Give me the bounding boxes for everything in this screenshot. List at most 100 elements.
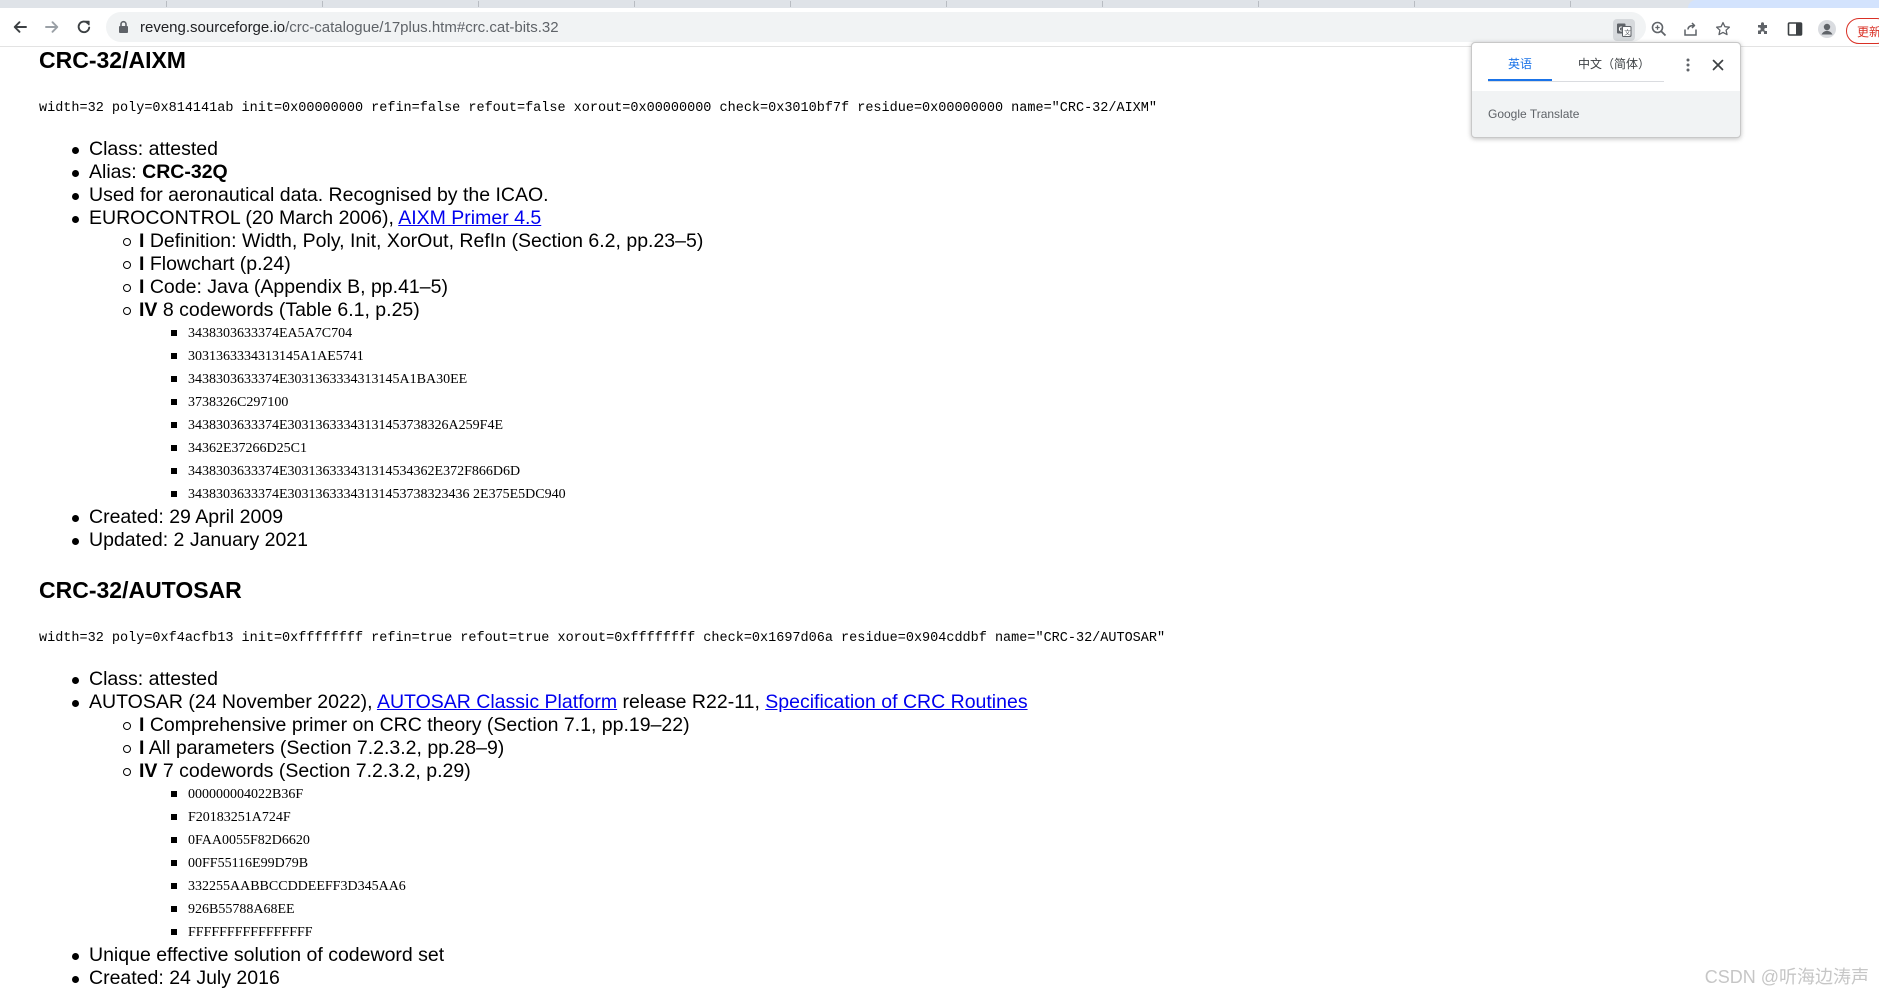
codeword-item: FFFFFFFFFFFFFFFF	[139, 921, 1028, 944]
tab-separator	[634, 1, 635, 7]
codeword-item: F20183251A724F	[139, 806, 1028, 829]
list-item: I Definition: Width, Poly, Init, XorOut,…	[89, 230, 703, 253]
list-item: I All parameters (Section 7.2.3.2, pp.28…	[89, 737, 1028, 760]
source-sublist: I Definition: Width, Poly, Init, XorOut,…	[89, 230, 703, 506]
active-tab-indicator	[1488, 79, 1552, 81]
source-prefix: EUROCONTROL (20 March 2006),	[89, 207, 399, 229]
tab-strip	[0, 0, 1879, 8]
tab-separator	[1258, 1, 1259, 7]
sub-item-text: Comprehensive primer on CRC theory (Sect…	[144, 714, 690, 736]
alias-prefix: Alias:	[89, 161, 143, 183]
url-text[interactable]: reveng.sourceforge.io/crc-catalogue/17pl…	[140, 19, 559, 36]
tab-target-language[interactable]: 中文（简体）	[1564, 55, 1664, 72]
list-item: Updated: 2 January 2021	[0, 529, 703, 552]
list-item: Created: 24 July 2016	[0, 967, 1028, 990]
spec-line-crc32-aixm: width=32 poly=0x814141ab init=0x00000000…	[39, 101, 1157, 116]
translate-options-button[interactable]	[1678, 55, 1698, 75]
codeword-item: 926B55788A68EE	[139, 898, 1028, 921]
sub-item-text: 8 codewords (Table 6.1, p.25)	[157, 299, 420, 321]
page-content: CRC-32/AIXM width=32 poly=0x814141ab ini…	[0, 47, 1879, 995]
tab-separator	[478, 1, 479, 7]
created-text: Created: 29 April 2009	[89, 506, 284, 528]
source-prefix: AUTOSAR (24 November 2022),	[89, 691, 377, 713]
watermark: CSDN @听海边涛声	[1704, 967, 1869, 987]
address-bar[interactable]: reveng.sourceforge.io/crc-catalogue/17pl…	[106, 12, 1646, 42]
alias-value: CRC-32Q	[142, 161, 228, 183]
list-item: Unique effective solution of codeword se…	[0, 944, 1028, 967]
back-button[interactable]	[8, 15, 32, 39]
list-item: Created: 29 April 2009	[0, 506, 703, 529]
zoom-button[interactable]	[1648, 18, 1670, 40]
created-text: Created: 24 July 2016	[89, 967, 280, 989]
tab-separator	[1570, 1, 1571, 7]
tab-separator	[946, 1, 947, 7]
codeword-item: 3438303633374E30313633343131453738326A25…	[139, 414, 703, 437]
codeword-item: 3438303633374EA5A7C704	[139, 322, 703, 345]
tab-separator	[166, 1, 167, 7]
tab-separator	[322, 1, 323, 7]
lock-icon	[118, 20, 129, 39]
tab-source-language[interactable]: 英语	[1488, 55, 1552, 72]
profile-button[interactable]	[1816, 18, 1838, 40]
more-vert-icon	[1686, 58, 1690, 72]
reload-button[interactable]	[72, 15, 96, 39]
list-item: IV 8 codewords (Table 6.1, p.25) 3438303…	[89, 299, 703, 506]
active-tab[interactable]	[1688, 0, 1879, 8]
list-item: EUROCONTROL (20 March 2006), AIXM Primer…	[0, 207, 703, 506]
aixm-primer-link[interactable]: AIXM Primer 4.5	[398, 207, 541, 229]
share-button[interactable]	[1680, 18, 1702, 40]
translate-icon: G文	[1617, 23, 1632, 37]
translate-close-button[interactable]	[1708, 55, 1728, 75]
list-item: Alias: CRC-32Q	[0, 161, 703, 184]
codeword-item: 3438303633374E3031363334313145A1BA30EE	[139, 368, 703, 391]
class-text: Class: attested	[89, 138, 218, 160]
list-item: I Comprehensive primer on CRC theory (Se…	[89, 714, 1028, 737]
codeword-item: 000000004022B36F	[139, 783, 1028, 806]
codeword-item: 3738326C297100	[139, 391, 703, 414]
svg-text:文: 文	[1624, 28, 1631, 37]
arrow-left-icon	[13, 21, 27, 33]
list-item: I Flowchart (p.24)	[89, 253, 703, 276]
crc-routines-spec-link[interactable]: Specification of CRC Routines	[765, 691, 1027, 713]
reload-icon	[77, 20, 91, 34]
extensions-button[interactable]	[1752, 18, 1774, 40]
sub-item-text: Definition: Width, Poly, Init, XorOut, R…	[144, 230, 704, 252]
tab-separator	[1102, 1, 1103, 7]
avatar-icon	[1818, 20, 1836, 38]
class-text: Class: attested	[89, 668, 218, 690]
sub-item-text: Flowchart (p.24)	[144, 253, 291, 275]
bookmark-button[interactable]	[1712, 18, 1734, 40]
arrow-right-icon	[45, 21, 59, 33]
close-icon	[1712, 59, 1724, 71]
list-item: Class: attested	[0, 138, 703, 161]
codeword-item: 332255AABBCCDDEEFF3D345AA6	[139, 875, 1028, 898]
tab-divider	[1488, 81, 1664, 82]
entry-details-crc32-autosar: Class: attested AUTOSAR (24 November 202…	[0, 668, 1028, 990]
codeword-item: 0FAA0055F82D6620	[139, 829, 1028, 852]
entry-details-crc32-aixm: Class: attested Alias: CRC-32Q Used for …	[0, 138, 703, 552]
entry-title-crc32-aixm: CRC-32/AIXM	[39, 47, 186, 73]
list-item: I Code: Java (Appendix B, pp.41–5)	[89, 276, 703, 299]
translate-popup: 英语 中文（简体） Google Translate	[1471, 42, 1741, 138]
codeword-item: 00FF55116E99D79B	[139, 852, 1028, 875]
tab-separator	[1414, 1, 1415, 7]
update-button[interactable]: 更新	[1846, 18, 1879, 44]
autosar-classic-platform-link[interactable]: AUTOSAR Classic Platform	[377, 691, 617, 713]
source-sublist: I Comprehensive primer on CRC theory (Se…	[89, 714, 1028, 944]
sub-item-text: Code: Java (Appendix B, pp.41–5)	[144, 276, 448, 298]
star-icon	[1715, 21, 1731, 36]
source-mid: release R22-11,	[617, 691, 766, 713]
side-panel-icon	[1787, 22, 1803, 36]
side-panel-button[interactable]	[1784, 18, 1806, 40]
codeword-item: 3438303633374E30313633343131453738323436…	[139, 483, 703, 506]
codeword-list: 000000004022B36F F20183251A724F 0FAA0055…	[139, 783, 1028, 944]
list-item: IV 7 codewords (Section 7.2.3.2, p.29) 0…	[89, 760, 1028, 944]
translate-page-button[interactable]: G文	[1613, 19, 1635, 41]
codeword-item: 3031363334313145A1AE5741	[139, 345, 703, 368]
list-item: Used for aeronautical data. Recognised b…	[0, 184, 703, 207]
url-host: reveng.sourceforge.io	[140, 19, 286, 36]
sub-item-text: 7 codewords (Section 7.2.3.2, p.29)	[157, 760, 471, 782]
zoom-icon	[1651, 21, 1667, 37]
unique-solution-text: Unique effective solution of codeword se…	[89, 944, 445, 966]
forward-button[interactable]	[40, 15, 64, 39]
